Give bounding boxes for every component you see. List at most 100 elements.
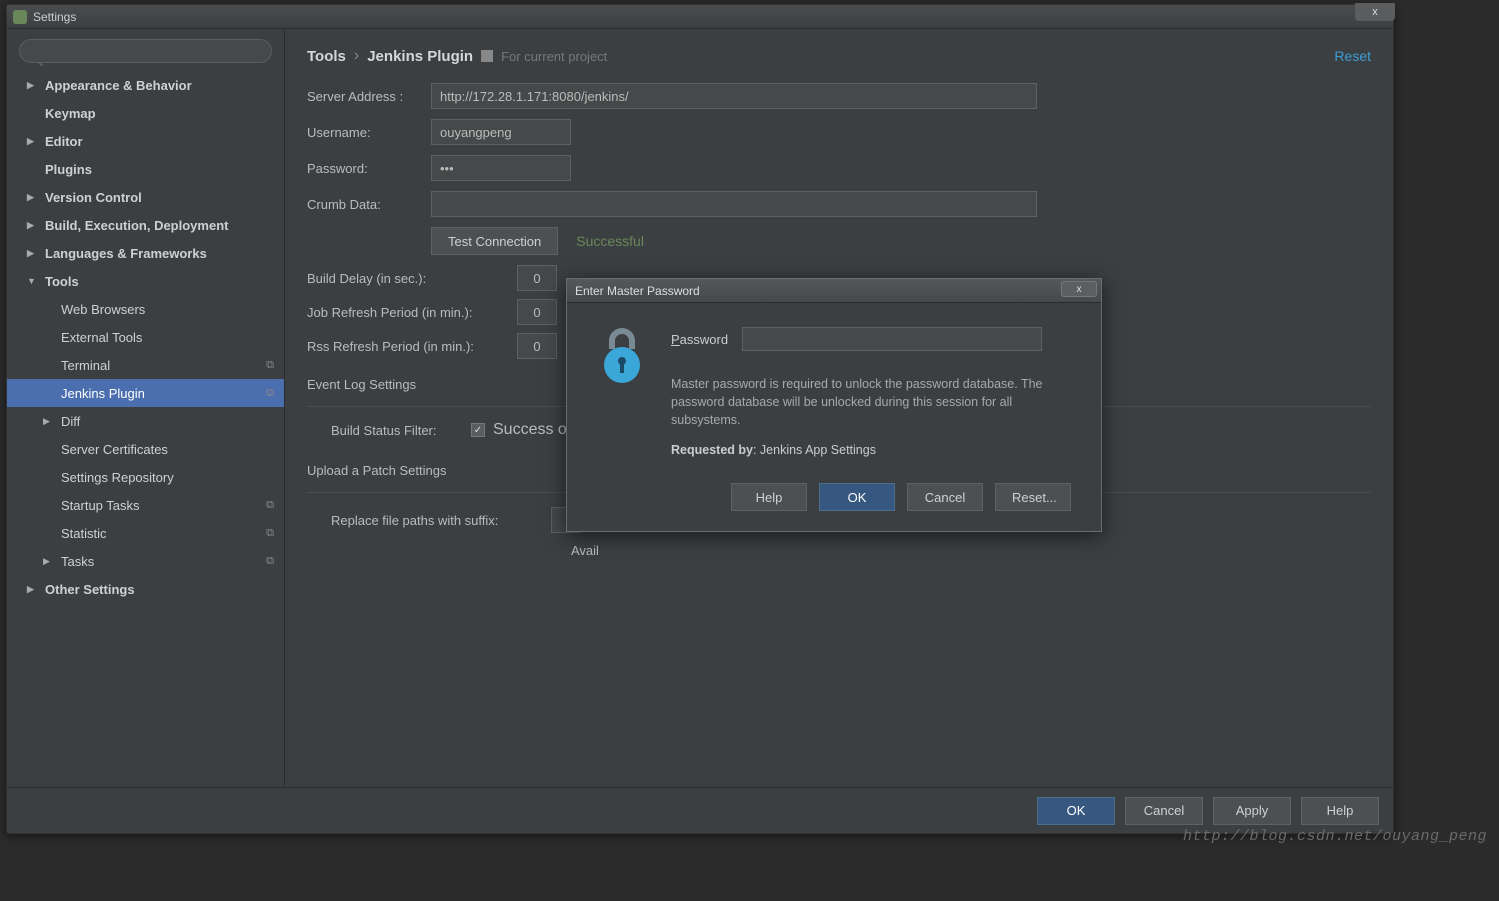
success-checkbox-label: Success or <box>493 421 572 439</box>
titlebar: Settings <box>7 5 1393 29</box>
reset-link[interactable]: Reset <box>1334 48 1371 64</box>
caret-icon: ▶ <box>27 584 39 595</box>
sidebar-item-label: Startup Tasks <box>61 498 140 513</box>
username-label: Username: <box>307 125 431 140</box>
available-text: Avail <box>547 543 1371 558</box>
watermark-text: http://blog.csdn.net/ouyang_peng <box>1183 828 1487 845</box>
caret-icon: ▶ <box>27 80 39 91</box>
sidebar-item-label: Terminal <box>61 358 110 373</box>
project-scope-icon <box>481 50 493 62</box>
sidebar-item-label: Server Certificates <box>61 442 168 457</box>
apply-button[interactable]: Apply <box>1213 797 1291 825</box>
sidebar-item-label: Web Browsers <box>61 302 145 317</box>
caret-icon: ▶ <box>27 248 39 259</box>
username-input[interactable] <box>431 119 571 145</box>
project-scope-icon: ⧉ <box>266 359 274 372</box>
rss-refresh-input[interactable] <box>517 333 557 359</box>
project-scope-icon: ⧉ <box>266 555 274 568</box>
sidebar-item-server-certificates[interactable]: Server Certificates <box>7 435 284 463</box>
cancel-button[interactable]: Cancel <box>1125 797 1203 825</box>
chevron-right-icon: › <box>354 47 359 65</box>
dialog-title: Enter Master Password <box>575 284 700 298</box>
sidebar-item-tasks[interactable]: ▶ Tasks ⧉ <box>7 547 284 575</box>
project-scope-icon: ⧉ <box>266 499 274 512</box>
help-button[interactable]: Help <box>1301 797 1379 825</box>
breadcrumb: Tools › Jenkins Plugin For current proje… <box>307 47 1371 65</box>
sidebar-item-web-browsers[interactable]: Web Browsers <box>7 295 284 323</box>
sidebar-item-label: External Tools <box>61 330 142 345</box>
breadcrumb-hint: For current project <box>501 49 607 64</box>
sidebar-item-label: Other Settings <box>45 582 135 597</box>
sidebar-item-editor[interactable]: ▶Editor <box>7 127 284 155</box>
breadcrumb-root[interactable]: Tools <box>307 48 346 65</box>
sidebar-item-label: Build, Execution, Deployment <box>45 218 228 233</box>
dialog-titlebar: Enter Master Password x <box>567 279 1101 303</box>
master-password-input[interactable] <box>742 327 1042 351</box>
sidebar-item-label: Tasks <box>61 554 94 569</box>
sidebar-item-label: Tools <box>45 274 79 289</box>
project-scope-icon: ⧉ <box>266 387 274 400</box>
sidebar-item-label: Jenkins Plugin <box>61 386 145 401</box>
project-scope-icon: ⧉ <box>266 527 274 540</box>
sidebar-item-label: Settings Repository <box>61 470 174 485</box>
sidebar-item-other-settings[interactable]: ▶ Other Settings <box>7 575 284 603</box>
sidebar-item-label: Version Control <box>45 190 142 205</box>
build-delay-input[interactable] <box>517 265 557 291</box>
sidebar-item-plugins[interactable]: Plugins <box>7 155 284 183</box>
lock-icon <box>597 327 647 457</box>
sidebar-item-label: Diff <box>61 414 80 429</box>
dialog-ok-button[interactable]: OK <box>819 483 895 511</box>
sidebar-item-keymap[interactable]: Keymap <box>7 99 284 127</box>
dialog-close-button[interactable]: x <box>1061 281 1097 297</box>
sidebar-item-startup-tasks[interactable]: Startup Tasks ⧉ <box>7 491 284 519</box>
bottom-bar: OK Cancel Apply Help <box>7 787 1393 833</box>
rss-refresh-label: Rss Refresh Period (in min.): <box>307 339 517 354</box>
build-delay-label: Build Delay (in sec.): <box>307 271 517 286</box>
window-close-button[interactable]: x <box>1355 3 1395 21</box>
caret-icon: ▼ <box>27 276 39 286</box>
sidebar: 🔍 ▶Appearance & Behavior Keymap ▶Editor … <box>7 29 285 787</box>
sidebar-item-terminal[interactable]: Terminal ⧉ <box>7 351 284 379</box>
window-title: Settings <box>33 10 1387 24</box>
sidebar-item-build[interactable]: ▶ Build, Execution, Deployment <box>7 211 284 239</box>
password-input[interactable] <box>431 155 571 181</box>
sidebar-item-languages[interactable]: ▶ Languages & Frameworks <box>7 239 284 267</box>
success-checkbox[interactable]: ✓ <box>471 423 485 437</box>
sidebar-item-statistic[interactable]: Statistic⧉ <box>7 519 284 547</box>
dialog-help-button[interactable]: Help <box>731 483 807 511</box>
sidebar-item-appearance[interactable]: ▶ Appearance & Behavior <box>7 71 284 99</box>
sidebar-item-tools[interactable]: ▼ Tools <box>7 267 284 295</box>
sidebar-item-version-control[interactable]: ▶ Version Control <box>7 183 284 211</box>
connection-status: Successful <box>576 233 644 249</box>
replace-suffix-label: Replace file paths with suffix: <box>331 513 551 528</box>
caret-icon: ▶ <box>43 416 55 427</box>
caret-icon: ▶ <box>27 220 39 231</box>
sidebar-item-external-tools[interactable]: External Tools <box>7 323 284 351</box>
search-input[interactable] <box>19 39 272 63</box>
caret-icon: ▶ <box>27 192 39 203</box>
server-address-input[interactable] <box>431 83 1037 109</box>
sidebar-item-label: Keymap <box>45 106 96 121</box>
settings-tree: ▶ Appearance & Behavior Keymap ▶Editor Pl… <box>7 71 284 603</box>
dialog-cancel-button[interactable]: Cancel <box>907 483 983 511</box>
crumb-data-input[interactable] <box>431 191 1037 217</box>
job-refresh-label: Job Refresh Period (in min.): <box>307 305 517 320</box>
dialog-password-label: Password <box>671 332 728 347</box>
breadcrumb-current: Jenkins Plugin <box>367 48 473 65</box>
sidebar-item-diff[interactable]: ▶ Diff <box>7 407 284 435</box>
sidebar-item-label: Languages & Frameworks <box>45 246 207 261</box>
master-password-dialog: Enter Master Password x Password Master … <box>566 278 1102 532</box>
caret-icon: ▶ <box>43 556 55 567</box>
test-connection-button[interactable]: Test Connection <box>431 227 558 255</box>
dialog-reset-button[interactable]: Reset... <box>995 483 1071 511</box>
dialog-requested-by: Requested by: Jenkins App Settings <box>671 443 1071 457</box>
sidebar-item-settings-repository[interactable]: Settings Repository <box>7 463 284 491</box>
sidebar-item-jenkins-plugin[interactable]: Jenkins Plugin ⧉ <box>7 379 284 407</box>
dialog-body-text: Master password is required to unlock th… <box>671 375 1071 429</box>
build-status-filter-label: Build Status Filter: <box>331 423 471 438</box>
job-refresh-input[interactable] <box>517 299 557 325</box>
ok-button[interactable]: OK <box>1037 797 1115 825</box>
crumb-data-label: Crumb Data: <box>307 197 431 212</box>
password-label: Password: <box>307 161 431 176</box>
sidebar-item-label: Appearance & Behavior <box>45 78 192 93</box>
